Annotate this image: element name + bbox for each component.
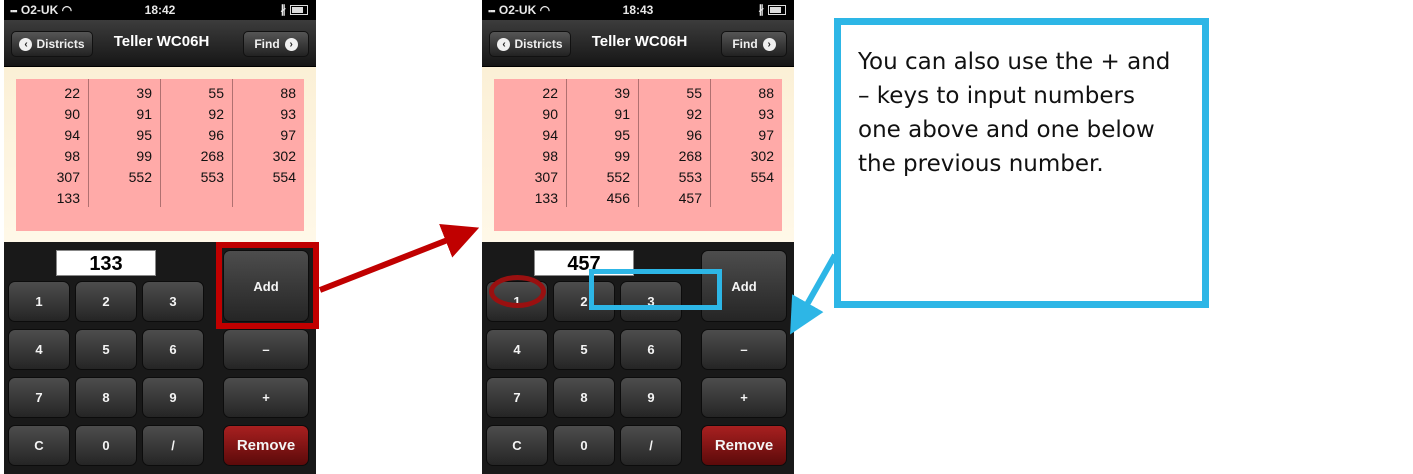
blue-arrow [790, 253, 838, 335]
red-arrow [318, 223, 480, 293]
callout-text: You can also use the + and – keys to inp… [858, 49, 1171, 177]
callout-box: You can also use the + and – keys to inp… [834, 18, 1209, 308]
